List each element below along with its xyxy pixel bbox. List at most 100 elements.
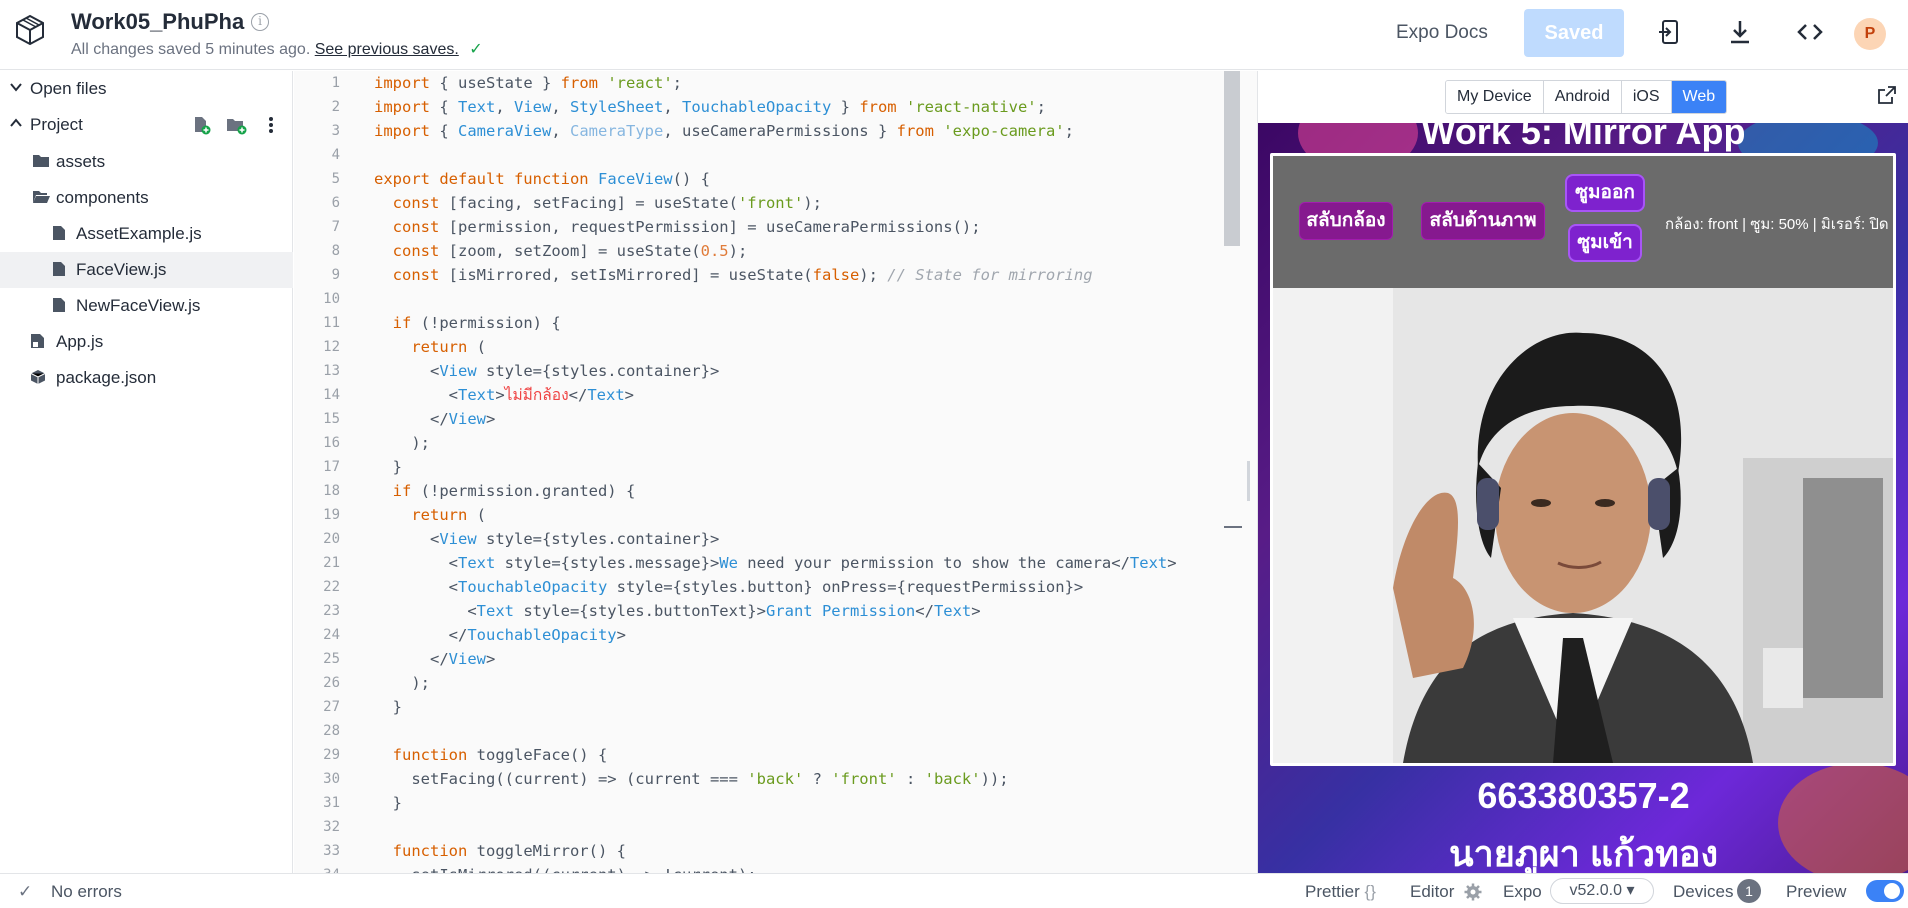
code-content[interactable]: import { useState } from 'react'; import…: [374, 71, 1234, 873]
code-line: }: [374, 794, 402, 812]
code-line: <Text style={styles.message}>We need you…: [374, 554, 1177, 572]
line-number: 9: [331, 267, 340, 283]
code-line: const [permission, requestPermission] = …: [392, 218, 981, 236]
expo-snack-app: Work05_PhuPha i All changes saved 5 minu…: [0, 0, 1908, 908]
sidebar-item-label: App.js: [56, 332, 104, 351]
line-number: 27: [323, 699, 340, 715]
flip-image-button[interactable]: สลับด้านภาพ: [1421, 202, 1545, 240]
preview-label: Preview: [1786, 882, 1847, 901]
chevron-up-icon: [10, 118, 22, 127]
sidebar-item-faceview[interactable]: FaceView.js: [0, 252, 293, 288]
tab-android[interactable]: Android: [1543, 81, 1622, 113]
line-number: 5: [331, 171, 340, 187]
file-icon: [53, 226, 65, 240]
sidebar-item-assetexample[interactable]: AssetExample.js: [0, 216, 293, 252]
code-line: );: [374, 674, 430, 692]
line-number: 31: [323, 795, 340, 811]
app-title: Work 5: Mirror App: [1421, 123, 1746, 152]
line-number: 17: [323, 459, 340, 475]
code-line: <Text style={styles.buttonText}>Grant Pe…: [374, 602, 981, 620]
sidebar-item-label: assets: [56, 152, 106, 171]
line-number: 25: [323, 651, 340, 667]
panel-resize-handle[interactable]: [1247, 461, 1250, 501]
code-line: export default function FaceView() {: [374, 170, 710, 188]
tab-web[interactable]: Web: [1671, 81, 1727, 113]
code-line: </View>: [374, 410, 496, 428]
project-actions: [191, 113, 281, 137]
sidebar-item-appjs[interactable]: App.js: [0, 324, 293, 360]
line-number: 6: [331, 195, 340, 211]
package-icon: [30, 370, 46, 384]
code-line: setIsMirrored((current) => !current);: [374, 863, 756, 873]
line-number: 1: [331, 75, 340, 91]
project-title[interactable]: Work05_PhuPha: [71, 9, 244, 35]
open-files-section[interactable]: Open files: [0, 71, 293, 107]
camera-frame: สลับกล้อง สลับด้านภาพ ซูมออก ซูมเข้า กล้…: [1270, 153, 1896, 766]
project-section[interactable]: Project: [0, 107, 293, 143]
sidebar-item-packagejson[interactable]: package.json: [0, 360, 293, 396]
file-icon: [53, 262, 65, 276]
line-number: 21: [323, 555, 340, 571]
zoom-out-button[interactable]: ซูมออก: [1565, 174, 1645, 212]
line-number: 16: [323, 435, 340, 451]
editor-scrollbar[interactable]: [1224, 71, 1240, 246]
code-line: function toggleFace() {: [392, 746, 608, 764]
line-number: 28: [323, 723, 340, 739]
zoom-in-button[interactable]: ซูมเข้า: [1568, 224, 1642, 262]
gear-icon[interactable]: [1464, 883, 1482, 901]
project-label: Project: [30, 115, 83, 134]
errors-status[interactable]: No errors: [51, 882, 122, 902]
user-avatar[interactable]: P: [1854, 18, 1886, 50]
code-line: if (!permission) {: [392, 314, 561, 332]
line-number: 8: [331, 243, 340, 259]
top-header: Work05_PhuPha i All changes saved 5 minu…: [0, 0, 1908, 70]
previous-saves-link[interactable]: See previous saves.: [315, 41, 459, 58]
sdk-version-select[interactable]: v52.0.0 ▾: [1550, 878, 1654, 904]
new-file-icon[interactable]: [191, 115, 211, 135]
open-in-new-window-icon[interactable]: [1877, 85, 1897, 105]
more-options-icon[interactable]: [263, 115, 279, 135]
editor-settings-button[interactable]: Editor: [1410, 882, 1454, 902]
devices-label[interactable]: Devices: [1673, 882, 1733, 902]
code-editor[interactable]: 1 2 3 4 5 6 7 8 9 10 11 12 13 14 15 16 17 18 19 20 21 22 23 24 2…: [294, 71, 1257, 873]
export-icon[interactable]: [1656, 18, 1684, 46]
code-line: const [isMirrored, setIsMirrored] = useS…: [392, 266, 1093, 284]
code-line: }: [374, 458, 402, 476]
folder-icon: [33, 155, 49, 167]
switch-camera-button[interactable]: สลับกล้อง: [1299, 202, 1393, 240]
expo-docs-link[interactable]: Expo Docs: [1396, 22, 1488, 44]
code-line: <TouchableOpacity style={styles.button} …: [374, 578, 1084, 596]
line-number: 14: [323, 387, 340, 403]
prettier-button[interactable]: Prettier {}: [1305, 882, 1376, 902]
check-icon: ✓: [469, 41, 483, 58]
embed-code-icon[interactable]: [1796, 18, 1824, 46]
code-line: );: [374, 434, 430, 452]
camera-feed: [1273, 288, 1893, 763]
sidebar-item-label: NewFaceView.js: [76, 296, 201, 315]
app-preview-screen: Work 5: Mirror App สลับกล้อง สลับด้านภาพ…: [1258, 123, 1908, 873]
line-number: 2: [331, 99, 340, 115]
preview-toggle[interactable]: [1866, 880, 1904, 902]
new-folder-icon[interactable]: [225, 115, 247, 135]
sidebar-item-assets[interactable]: assets: [0, 144, 293, 180]
line-number: 20: [323, 531, 340, 547]
line-number: 33: [323, 843, 340, 859]
line-number: 24: [323, 627, 340, 643]
code-line: <View style={styles.container}>: [374, 362, 720, 380]
line-number: 29: [323, 747, 340, 763]
code-line: import { CameraView, CameraType, useCame…: [374, 122, 1074, 140]
snack-logo-icon[interactable]: [12, 12, 48, 48]
info-icon[interactable]: i: [251, 13, 269, 31]
download-icon[interactable]: [1726, 18, 1754, 46]
code-line: </View>: [374, 650, 496, 668]
saved-button[interactable]: Saved: [1524, 9, 1624, 57]
overview-ruler-marker: [1224, 526, 1242, 528]
sidebar-item-newfaceview[interactable]: NewFaceView.js: [0, 288, 293, 324]
prettier-label: Prettier: [1305, 882, 1360, 901]
tab-my-device[interactable]: My Device: [1446, 81, 1544, 113]
tab-ios[interactable]: iOS: [1621, 81, 1672, 113]
sidebar-item-components[interactable]: components: [0, 180, 293, 216]
